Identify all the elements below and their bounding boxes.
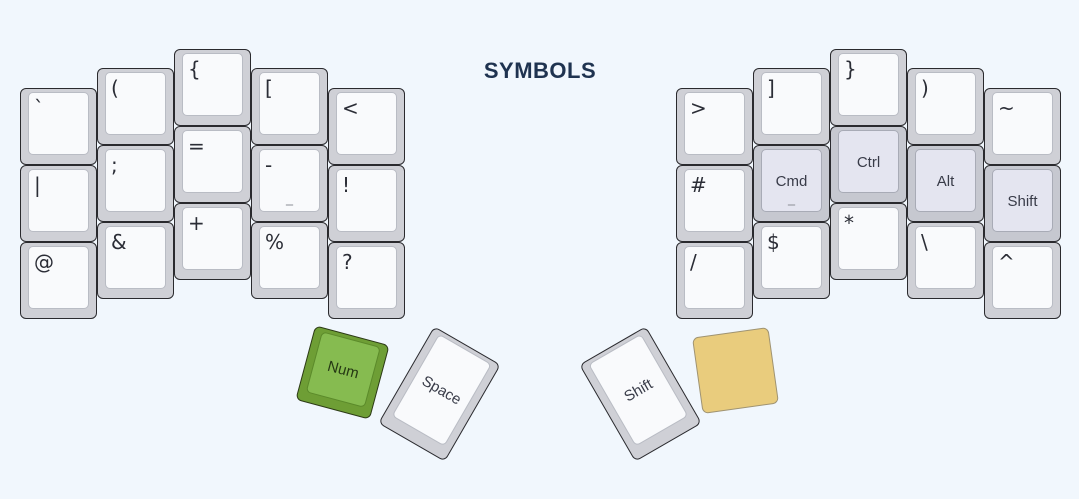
key-left-r2-c1[interactable]: | bbox=[20, 165, 97, 242]
key-right-r1-c3[interactable]: } bbox=[830, 49, 907, 126]
key-legend: Shift bbox=[620, 375, 656, 405]
key-right-r3-c4[interactable]: \ bbox=[907, 222, 984, 299]
key-legend: # bbox=[690, 173, 707, 197]
key-legend: + bbox=[188, 211, 205, 235]
key-left-r1-c5[interactable]: < bbox=[328, 88, 405, 165]
key-legend: ` bbox=[34, 96, 44, 120]
key-left-r3-c3[interactable]: + bbox=[174, 203, 251, 280]
key-left-r3-c1[interactable]: @ bbox=[20, 242, 97, 319]
key-alt[interactable]: Alt bbox=[907, 145, 984, 222]
key-legend: ? bbox=[342, 250, 353, 274]
key-num[interactable]: Num bbox=[295, 325, 390, 420]
key-right-r3-c5[interactable]: ^ bbox=[984, 242, 1061, 319]
layer-title: SYMBOLS bbox=[483, 58, 597, 83]
key-left-r3-c5[interactable]: ? bbox=[328, 242, 405, 319]
key-legend: { bbox=[188, 57, 201, 81]
key-left-r1-c2[interactable]: ( bbox=[97, 68, 174, 145]
key-left-r1-c4[interactable]: [ bbox=[251, 68, 328, 145]
key-legend: > bbox=[690, 96, 707, 120]
key-left-r2-c2[interactable]: ; bbox=[97, 145, 174, 222]
key-left-r2-c4[interactable]: - _ bbox=[251, 145, 328, 222]
key-legend: [ bbox=[265, 76, 273, 100]
key-legend: Cmd bbox=[775, 173, 808, 190]
key-legend: < bbox=[342, 96, 359, 120]
key-left-r1-c1[interactable]: ` bbox=[20, 88, 97, 165]
key-right-r3-c2[interactable]: $ bbox=[753, 222, 830, 299]
key-legend: ~ bbox=[998, 96, 1015, 120]
key-right-r2-c1[interactable]: # bbox=[676, 165, 753, 242]
key-left-r2-c5[interactable]: ! bbox=[328, 165, 405, 242]
key-legend: Space bbox=[419, 372, 465, 409]
key-space[interactable]: Space bbox=[378, 326, 501, 462]
key-legend: ) bbox=[921, 76, 929, 100]
key-shift[interactable]: Shift bbox=[984, 165, 1061, 242]
key-legend: * bbox=[844, 211, 854, 235]
key-left-r3-c4[interactable]: % bbox=[251, 222, 328, 299]
key-legend: ] bbox=[767, 76, 775, 100]
key-right-r3-c1[interactable]: / bbox=[676, 242, 753, 319]
key-legend: = bbox=[188, 134, 205, 158]
key-sublegend: _ bbox=[788, 190, 795, 206]
key-legend: Alt bbox=[936, 173, 955, 190]
key-legend: ( bbox=[111, 76, 119, 100]
key-left-r2-c3[interactable]: = bbox=[174, 126, 251, 203]
key-right-r3-c3[interactable]: * bbox=[830, 203, 907, 280]
key-sublegend: _ bbox=[286, 190, 293, 206]
key-legend: - bbox=[265, 153, 273, 177]
key-right-r1-c4[interactable]: ) bbox=[907, 68, 984, 145]
key-legend: Ctrl bbox=[856, 154, 881, 171]
key-right-r1-c5[interactable]: ~ bbox=[984, 88, 1061, 165]
key-legend: ; bbox=[111, 153, 118, 177]
key-right-r1-c1[interactable]: > bbox=[676, 88, 753, 165]
key-legend: & bbox=[111, 230, 127, 254]
key-cmd[interactable]: Cmd _ bbox=[753, 145, 830, 222]
key-legend: ! bbox=[342, 173, 351, 197]
key-legend: @ bbox=[34, 250, 54, 274]
key-legend: / bbox=[690, 250, 697, 274]
key-legend: Shift bbox=[1007, 193, 1038, 210]
key-legend: \ bbox=[921, 230, 928, 254]
key-legend: ^ bbox=[998, 250, 1015, 274]
key-ctrl[interactable]: Ctrl bbox=[830, 126, 907, 203]
key-legend: $ bbox=[767, 230, 780, 254]
key-legend: Num bbox=[325, 357, 361, 382]
key-legend: } bbox=[844, 57, 857, 81]
key-legend: | bbox=[34, 173, 41, 197]
key-left-r3-c2[interactable]: & bbox=[97, 222, 174, 299]
key-left-r1-c3[interactable]: { bbox=[174, 49, 251, 126]
key-thumb-shift[interactable]: Shift bbox=[579, 326, 702, 462]
key-thumb-blank[interactable] bbox=[692, 327, 779, 414]
key-legend: % bbox=[265, 230, 285, 254]
key-right-r1-c2[interactable]: ] bbox=[753, 68, 830, 145]
